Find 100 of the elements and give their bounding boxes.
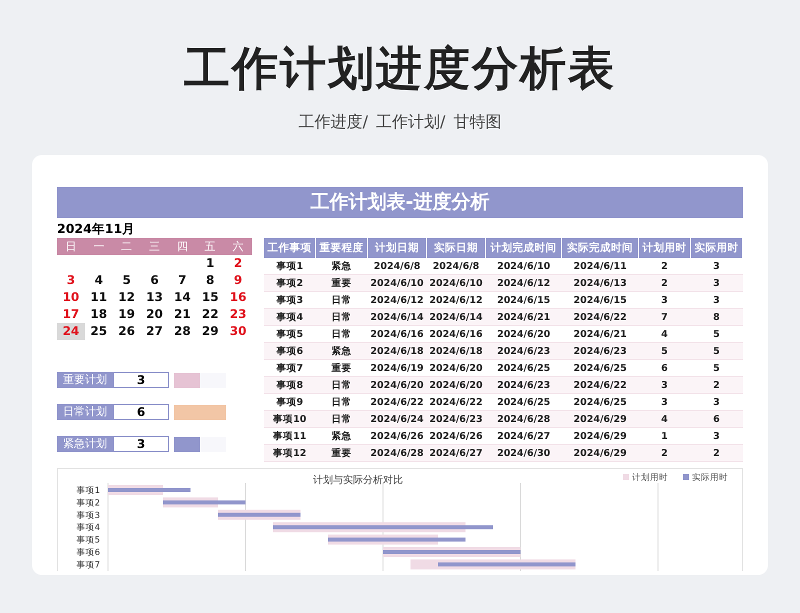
calendar-day[interactable]: 11 bbox=[84, 289, 113, 306]
table-cell: 事项2 bbox=[264, 274, 316, 292]
table-cell: 8 bbox=[690, 308, 742, 326]
table-cell: 2024/6/14 bbox=[426, 308, 486, 326]
axis-label: 事项6 bbox=[76, 548, 100, 558]
column-header: 计划日期 bbox=[368, 238, 427, 258]
column-header: 计划完成时间 bbox=[485, 238, 562, 258]
table-cell: 6 bbox=[690, 410, 742, 428]
axis-label: 事项7 bbox=[76, 560, 100, 570]
subtitle-tag: 工作进度/ bbox=[298, 112, 368, 133]
calendar-day[interactable]: 17 bbox=[57, 306, 85, 323]
table-cell: 5 bbox=[638, 342, 690, 360]
calendar-day[interactable]: 10 bbox=[57, 289, 85, 306]
calendar-day[interactable]: 26 bbox=[112, 323, 141, 340]
table-cell: 2024/6/22 bbox=[562, 308, 638, 326]
table-cell: 事项4 bbox=[264, 308, 316, 326]
calendar-day[interactable]: 1 bbox=[196, 255, 224, 272]
weekday-header: 日 bbox=[57, 238, 85, 255]
summary-label: 重要计划 bbox=[57, 372, 113, 388]
table-cell: 2024/6/28 bbox=[368, 444, 427, 462]
weekday-header: 一 bbox=[84, 238, 113, 255]
table-cell: 2024/6/18 bbox=[426, 342, 486, 360]
weekday-header: 二 bbox=[112, 238, 141, 255]
legend-label: 实际用时 bbox=[692, 473, 728, 483]
calendar-day[interactable]: 16 bbox=[224, 289, 252, 306]
table-cell: 2024/6/21 bbox=[485, 308, 562, 326]
legend-label: 计划用时 bbox=[632, 473, 668, 483]
table-cell: 2024/6/28 bbox=[485, 410, 562, 428]
table-cell: 3 bbox=[690, 274, 742, 292]
table-cell: 2 bbox=[690, 376, 742, 394]
calendar-day[interactable]: 20 bbox=[140, 306, 168, 323]
calendar-day[interactable]: 27 bbox=[140, 323, 168, 340]
calendar-day[interactable]: 6 bbox=[140, 272, 168, 289]
table-cell: 事项8 bbox=[264, 376, 316, 394]
table-cell: 事项12 bbox=[264, 444, 316, 462]
calendar-day[interactable]: 19 bbox=[112, 306, 141, 323]
page-title: 工作计划进度分析表 bbox=[184, 40, 616, 97]
table-cell: 7 bbox=[638, 308, 690, 326]
table-cell: 重要 bbox=[316, 444, 368, 462]
axis-label: 事项3 bbox=[76, 510, 100, 521]
chart-title: 计划与实际分析对比 bbox=[313, 475, 403, 486]
axis-label: 事项4 bbox=[76, 523, 100, 534]
table-cell: 2024/6/23 bbox=[562, 342, 638, 360]
calendar-day[interactable]: 4 bbox=[84, 272, 113, 289]
axis-label: 事项2 bbox=[76, 498, 100, 508]
table-cell: 2024/6/18 bbox=[368, 342, 427, 360]
calendar-day[interactable]: 29 bbox=[196, 323, 224, 340]
column-header: 实际完成时间 bbox=[562, 238, 638, 258]
axis-label: 事项5 bbox=[76, 536, 100, 546]
table-cell: 重要 bbox=[316, 274, 368, 292]
calendar-day[interactable]: 25 bbox=[84, 323, 113, 340]
weekday-header: 三 bbox=[140, 238, 168, 255]
summary-count: 3 bbox=[113, 436, 169, 452]
table-cell: 5 bbox=[690, 342, 742, 360]
table-cell: 2024/6/14 bbox=[368, 308, 427, 326]
table-cell: 日常 bbox=[316, 308, 368, 326]
table-cell: 事项10 bbox=[264, 410, 316, 428]
weekday-header: 六 bbox=[224, 238, 252, 255]
calendar-day[interactable]: 18 bbox=[84, 306, 113, 323]
table-cell: 2 bbox=[638, 444, 690, 462]
table-cell: 2024/6/27 bbox=[426, 444, 486, 462]
calendar-day[interactable]: 21 bbox=[168, 306, 196, 323]
axis-label: 事项1 bbox=[76, 486, 100, 496]
column-header: 重要程度 bbox=[316, 238, 368, 258]
weekday-header: 五 bbox=[196, 238, 224, 255]
table-cell: 日常 bbox=[316, 410, 368, 428]
table-cell: 紧急 bbox=[316, 342, 368, 360]
table-cell: 2024/6/23 bbox=[485, 376, 562, 394]
column-header: 实际用时 bbox=[690, 238, 742, 258]
subtitle-tag: 甘特图 bbox=[453, 112, 502, 133]
calendar-day[interactable]: 30 bbox=[224, 323, 252, 340]
table-cell: 2024/6/23 bbox=[485, 342, 562, 360]
calendar-day[interactable]: 23 bbox=[224, 306, 252, 323]
summary-label: 紧急计划 bbox=[57, 436, 113, 452]
table-cell: 2024/6/20 bbox=[368, 376, 427, 394]
calendar-day[interactable]: 9 bbox=[224, 272, 252, 289]
calendar-day[interactable]: 14 bbox=[168, 289, 196, 306]
calendar-day[interactable]: 12 bbox=[112, 289, 141, 306]
summary-label: 日常计划 bbox=[57, 404, 113, 420]
table-cell: 4 bbox=[638, 410, 690, 428]
calendar-day[interactable]: 5 bbox=[112, 272, 141, 289]
table-cell: 2024/6/30 bbox=[485, 444, 562, 462]
weekday-header: 四 bbox=[168, 238, 196, 255]
calendar-day[interactable]: 3 bbox=[57, 272, 85, 289]
table-cell: 2 bbox=[638, 274, 690, 292]
calendar-day[interactable]: 15 bbox=[196, 289, 224, 306]
calendar-day[interactable]: 22 bbox=[196, 306, 224, 323]
table-cell: 2024/6/29 bbox=[562, 444, 638, 462]
sheet-banner: 工作计划表-进度分析 bbox=[57, 187, 743, 218]
calendar-day[interactable]: 8 bbox=[196, 272, 224, 289]
table-cell: 2024/6/23 bbox=[426, 410, 486, 428]
month-label: 2024年11月 bbox=[57, 220, 136, 238]
table-cell: 日常 bbox=[316, 376, 368, 394]
calendar-day[interactable]: 2 bbox=[224, 255, 252, 272]
summary-count: 6 bbox=[113, 404, 169, 420]
calendar-day[interactable]: 28 bbox=[168, 323, 196, 340]
calendar-day[interactable]: 7 bbox=[168, 272, 196, 289]
table-cell: 2024/6/10 bbox=[426, 274, 486, 292]
table-cell: 2024/6/29 bbox=[562, 410, 638, 428]
calendar-day[interactable]: 13 bbox=[140, 289, 168, 306]
